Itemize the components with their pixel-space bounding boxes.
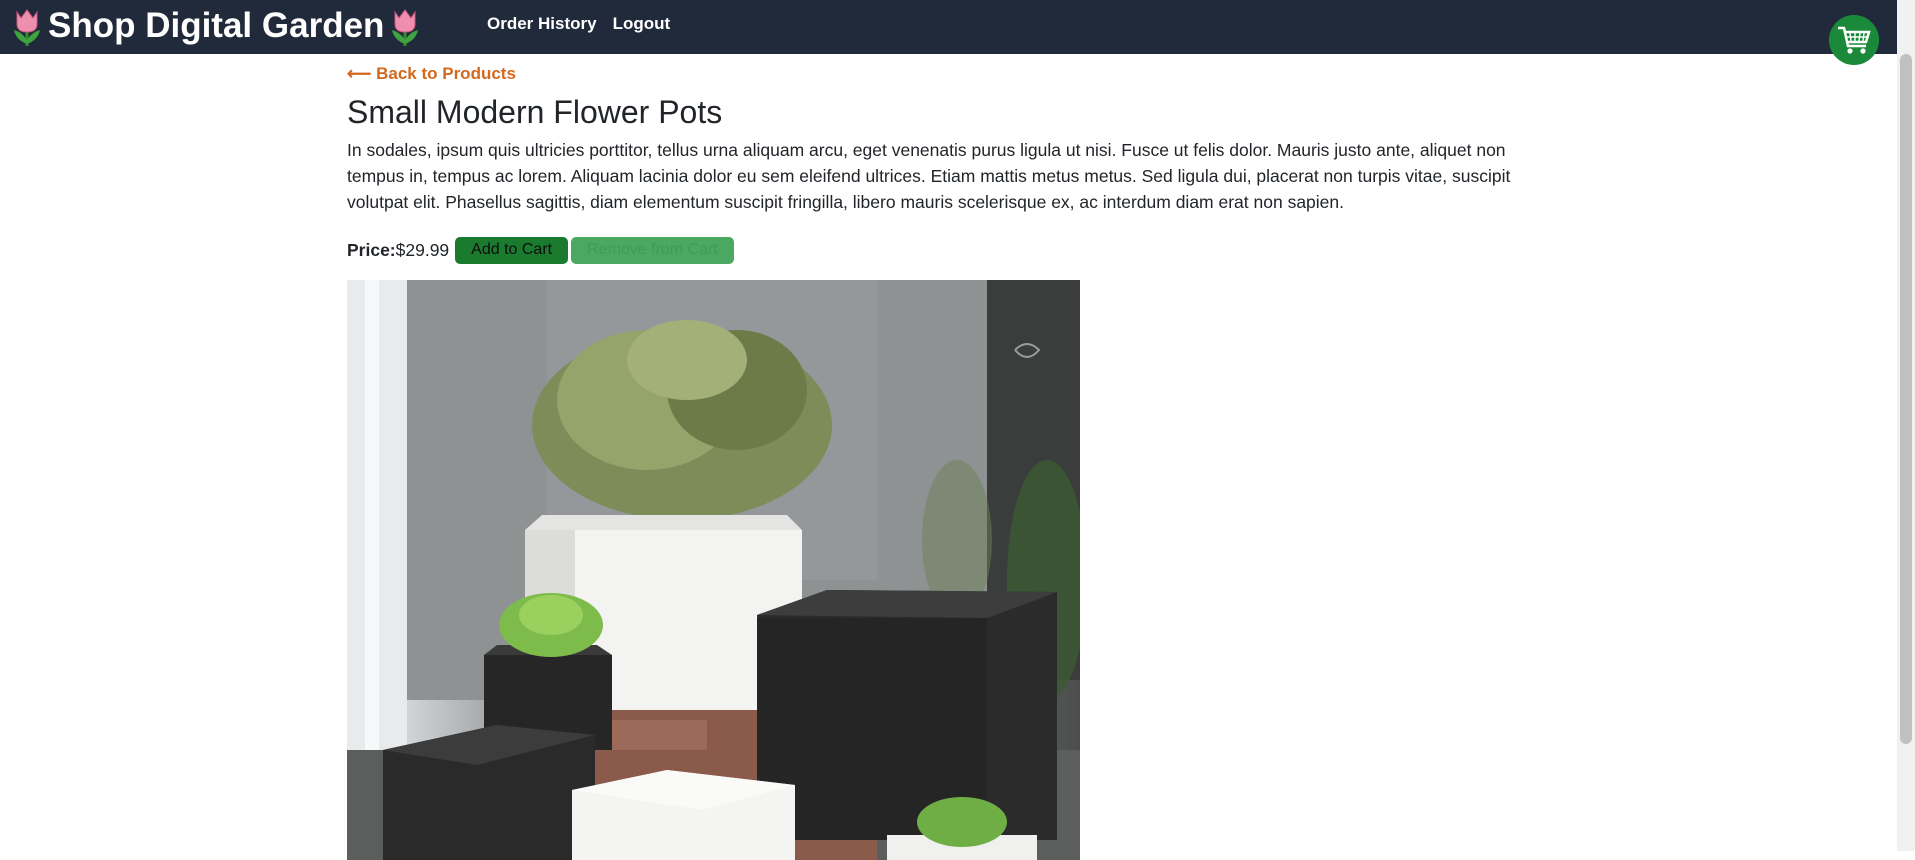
page-scrollbar[interactable] (1897, 0, 1915, 851)
add-to-cart-button[interactable]: Add to Cart (455, 236, 569, 264)
product-detail: ⟵ Back to Products Small Modern Flower P… (347, 54, 1522, 860)
brand-logo[interactable]: Shop Digital Garden (8, 4, 424, 48)
cart-button[interactable] (1829, 15, 1879, 65)
product-description: In sodales, ipsum quis ultricies porttit… (347, 140, 1511, 212)
shopping-cart-icon (1838, 26, 1871, 54)
nav-order-history-link[interactable]: Order History (487, 14, 597, 34)
product-title: Small Modern Flower Pots (347, 94, 723, 130)
nav-logout-link[interactable]: Logout (613, 14, 671, 34)
scrollbar-thumb[interactable] (1900, 54, 1912, 744)
tulip-icon (14, 9, 40, 46)
top-navbar: Shop Digital Garden Order History Logout (0, 0, 1897, 65)
price-label: Price: (347, 239, 396, 260)
brand-title: Shop Digital Garden (48, 6, 385, 45)
product-photo (347, 280, 1080, 860)
back-to-products-link[interactable]: ⟵ Back to Products (347, 64, 1522, 84)
price-row: Price: $29.99 Add to Cart Remove from Ca… (347, 236, 1522, 264)
price-value: $29.99 (395, 239, 450, 260)
tulip-icon (392, 9, 419, 46)
product-image (347, 280, 1080, 860)
nav-links: Order History Logout (487, 14, 670, 34)
remove-from-cart-button[interactable]: Remove from Cart (571, 236, 734, 264)
